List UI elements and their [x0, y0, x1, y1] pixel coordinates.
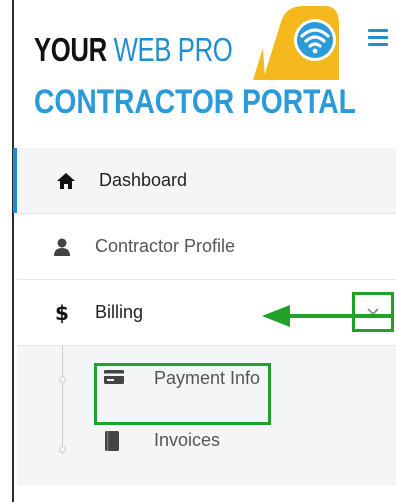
wifi-tape-measure-icon	[253, 6, 339, 80]
submenu-item-label: Invoices	[154, 430, 221, 450]
sidebar-item-label: Billing	[95, 302, 144, 322]
arrow-left-icon	[262, 305, 392, 327]
home-icon	[55, 170, 77, 192]
dollar-icon: $	[55, 300, 69, 325]
left-border	[12, 0, 14, 502]
logo-line1: YOUR WEB PRO	[34, 30, 233, 70]
invoices-highlight-box	[94, 363, 271, 425]
hamburger-bar	[368, 29, 388, 32]
hamburger-icon[interactable]	[368, 29, 388, 47]
logo-your: YOUR	[34, 31, 107, 68]
logo-contractor-portal: CONTRACTOR PORTAL	[34, 83, 356, 121]
hamburger-bar	[368, 43, 388, 46]
sidebar-item-label: Contractor Profile	[95, 236, 236, 256]
logo[interactable]: YOUR WEB PRO CONTRACTOR PORTAL	[31, 0, 361, 140]
sidebar-item-dashboard[interactable]: Dashboard	[13, 148, 396, 213]
book-icon	[103, 430, 123, 451]
logo-webpro: WEB PRO	[113, 31, 233, 68]
sidebar-item-label: Dashboard	[99, 170, 188, 190]
hamburger-bar	[368, 36, 388, 39]
sidebar-item-contractor-profile[interactable]: Contractor Profile	[17, 213, 396, 279]
user-icon	[51, 236, 73, 258]
